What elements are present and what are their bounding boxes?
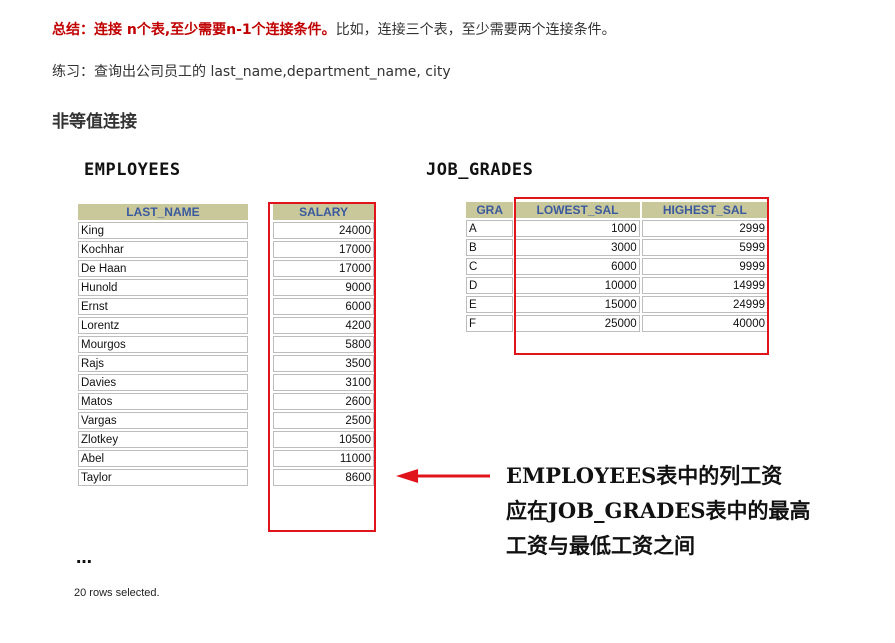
- last-name-cell: Matos: [78, 393, 248, 410]
- last-name-cell: Lorentz: [78, 317, 248, 334]
- summary-highlight: 总结：连接 n个表,至少需要n-1个连接条件。: [52, 22, 336, 38]
- employees-title: EMPLOYEES: [84, 160, 181, 180]
- callout-line-1: EMPLOYEES表中的列工资: [506, 463, 783, 488]
- summary-line: 总结：连接 n个表,至少需要n-1个连接条件。比如，连接三个表，至少需要两个连接…: [52, 20, 616, 40]
- salary-highlight-box: [268, 202, 376, 532]
- grade-cell: C: [466, 258, 514, 275]
- last-name-cell: Abel: [78, 450, 248, 467]
- grade-cell: F: [466, 315, 514, 332]
- grade-cell: E: [466, 296, 514, 313]
- callout-line-3: 工资与最低工资之间: [506, 533, 695, 558]
- salary-range-highlight-box: [514, 197, 769, 355]
- rows-selected-text: 20 rows selected.: [74, 587, 160, 599]
- grade-cell: D: [466, 277, 514, 294]
- col-header-gra: GRA: [466, 202, 514, 218]
- last-name-cell: Zlotkey: [78, 431, 248, 448]
- last-name-cell: Hunold: [78, 279, 248, 296]
- col-header-last-name: LAST_NAME: [78, 204, 248, 220]
- last-name-cell: Kochhar: [78, 241, 248, 258]
- last-name-cell: Davies: [78, 374, 248, 391]
- section-heading: 非等值连接: [52, 112, 137, 132]
- practice-line: 练习：查询出公司员工的 last_name,department_name, c…: [52, 64, 451, 80]
- more-rows-ellipsis: …: [76, 548, 92, 567]
- summary-rest: 比如，连接三个表，至少需要两个连接条件。: [335, 22, 616, 38]
- callout-text: EMPLOYEES表中的列工资 应在JOB_GRADES表中的最高 工资与最低工…: [506, 458, 811, 563]
- last-name-cell: Taylor: [78, 469, 248, 486]
- callout-line-2: 应在JOB_GRADES表中的最高: [506, 498, 811, 523]
- last-name-cell: Mourgos: [78, 336, 248, 353]
- last-name-cell: Ernst: [78, 298, 248, 315]
- last-name-cell: De Haan: [78, 260, 248, 277]
- grade-cell: B: [466, 239, 514, 256]
- job-grades-title: JOB_GRADES: [426, 160, 534, 180]
- last-name-cell: King: [78, 222, 248, 239]
- last-name-cell: Vargas: [78, 412, 248, 429]
- left-arrow-icon: [396, 469, 490, 483]
- last-name-cell: Rajs: [78, 355, 248, 372]
- grade-cell: A: [466, 220, 514, 237]
